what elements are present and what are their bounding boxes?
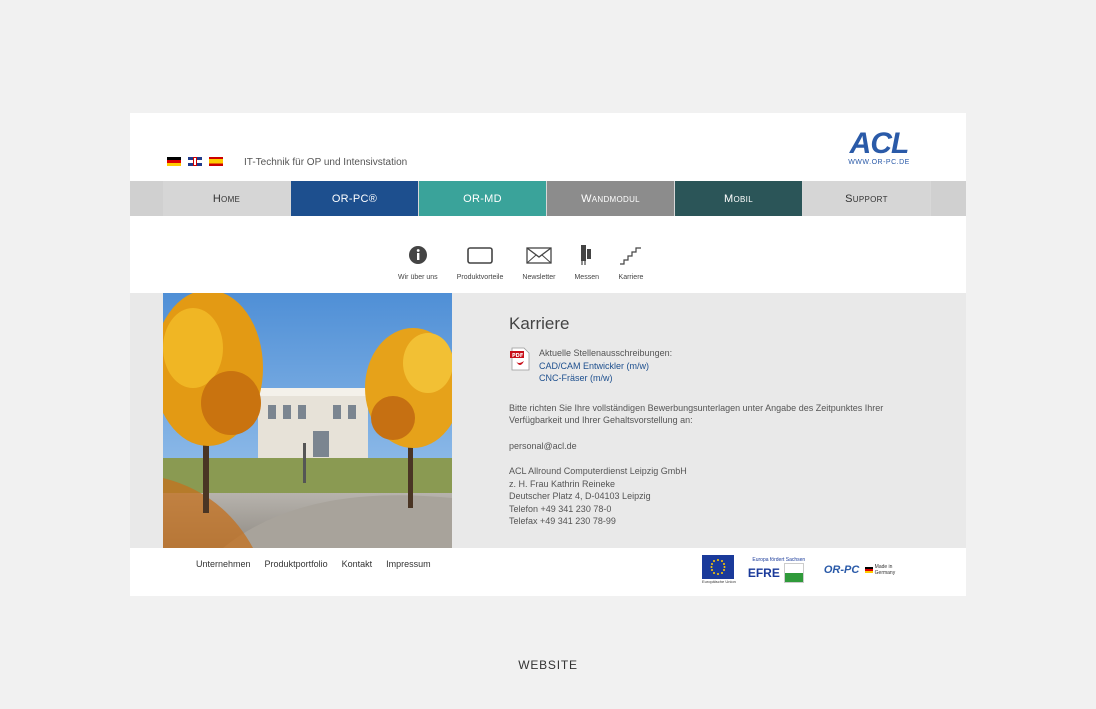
nav-tab-mobil[interactable]: Mobil (675, 181, 802, 216)
eu-caption: Europäische Union (702, 579, 736, 584)
logo-mark: ACL (849, 127, 910, 160)
nav-tab-label: OR-MD (463, 192, 502, 205)
nav-tab-support[interactable]: Support (803, 181, 930, 216)
footer-links: Unternehmen Produktportfolio Kontakt Imp… (196, 559, 431, 569)
eu-flag-icon (702, 555, 734, 579)
job-link-cnc[interactable]: CNC-Fräser (m/w) (539, 372, 672, 385)
sponsor-logos: Europäische Union Europa fördert Sachsen… (702, 555, 899, 584)
footer-link-unternehmen[interactable]: Unternehmen (196, 559, 251, 569)
subnav-item-messen[interactable]: Messen (574, 244, 599, 281)
page-title: Karriere (509, 314, 570, 333)
monitor-icon (467, 247, 493, 264)
svg-text:PDF: PDF (512, 353, 523, 359)
efre-word: EFRE (747, 565, 780, 580)
stairs-icon (619, 247, 641, 265)
building-photo (163, 293, 452, 548)
info-icon (408, 246, 427, 264)
image-caption: WEBSITE (518, 658, 578, 672)
german-flag-icon[interactable] (167, 157, 181, 166)
subnav-label: Wir über uns (398, 274, 438, 281)
nav-edge-left (130, 181, 163, 216)
footer-link-impressum[interactable]: Impressum (386, 559, 431, 569)
subnav: Wir über uns Produktvorteile Newsletter … (398, 244, 663, 281)
subnav-label: Messen (574, 274, 599, 281)
website-frame: IT-Technik für OP und Intensivstation AC… (130, 113, 966, 596)
subnav-label: Newsletter (522, 274, 556, 281)
acl-logo[interactable]: ACL WWW.OR-PC.DE (842, 127, 916, 167)
jobs-heading: Aktuelle Stellenausschreibungen: (539, 348, 673, 358)
footer-link-kontakt[interactable]: Kontakt (342, 559, 373, 569)
address-line: Deutscher Platz 4, D-04103 Leipzig (509, 491, 651, 501)
orpc-brand-logo: OR-PC (823, 563, 860, 576)
nav-tab-label: OR-PC® (331, 192, 378, 205)
subnav-item-produktvorteile[interactable]: Produktvorteile (456, 244, 504, 281)
content-area: Karriere PDF Aktuelle Stellenausschreibu… (130, 293, 966, 548)
eu-logo: Europäische Union (702, 555, 736, 584)
efre-logo: Europa fördert Sachsen EFRE (748, 557, 810, 583)
nav-edge-right (931, 181, 966, 216)
pdf-icon: PDF (509, 347, 531, 371)
nav-tab-wandmodul[interactable]: Wandmodul (547, 181, 674, 216)
address-line: ACL Allround Computerdienst Leipzig GmbH (509, 466, 687, 476)
spanish-flag-icon[interactable] (209, 157, 223, 166)
address-line: z. H. Frau Kathrin Reineke (509, 478, 616, 489)
made-in-text: Made in Germany (874, 563, 896, 576)
germany-flag-icon (865, 566, 874, 573)
booth-icon (580, 245, 591, 265)
subnav-item-newsletter[interactable]: Newsletter (522, 244, 555, 281)
logo-url: WWW.OR-PC.DE (848, 159, 910, 166)
address-line: Telefax +49 341 230 78-99 (509, 516, 616, 526)
envelope-icon (526, 247, 552, 264)
postal-address: ACL Allround Computerdienst Leipzig GmbH… (509, 465, 929, 528)
address-line: Telefon +49 341 230 78-0 (509, 503, 612, 514)
contact-email[interactable]: personal@acl.de (509, 440, 929, 453)
footer-link-produktportfolio[interactable]: Produktportfolio (265, 559, 328, 569)
main-nav: Home OR-PC® OR-MD Wandmodul Mobil Suppor… (130, 181, 966, 216)
application-instruction: Bitte richten Sie Ihre vollständigen Bew… (509, 402, 884, 426)
nav-tab-label: Support (845, 192, 888, 205)
made-in-germany-badge: Made in Germany (865, 564, 898, 576)
subnav-item-wir-ueber-uns[interactable]: Wir über uns (398, 244, 438, 281)
nav-tab-label: Home (212, 192, 241, 205)
nav-tab-label: Wandmodul (581, 192, 640, 205)
job-listing: PDF Aktuelle Stellenausschreibungen: CAD… (509, 347, 929, 385)
saxony-flag-icon (783, 562, 804, 583)
job-link-cad-cam[interactable]: CAD/CAM Entwickler (m/w) (539, 360, 672, 373)
nav-tab-home[interactable]: Home (163, 181, 290, 216)
english-flag-icon[interactable] (188, 157, 202, 166)
nav-tab-or-md[interactable]: OR-MD (419, 181, 546, 216)
subnav-item-karriere[interactable]: Karriere (618, 244, 644, 281)
karriere-content: Karriere PDF Aktuelle Stellenausschreibu… (509, 314, 929, 528)
nav-tab-or-pc[interactable]: OR-PC® (291, 181, 418, 216)
subnav-label: Produktvorteile (456, 274, 504, 281)
site-tagline: IT-Technik für OP und Intensivstation (244, 157, 408, 168)
language-switcher (167, 157, 223, 166)
nav-tab-label: Mobil (724, 192, 753, 205)
subnav-label: Karriere (618, 274, 644, 281)
